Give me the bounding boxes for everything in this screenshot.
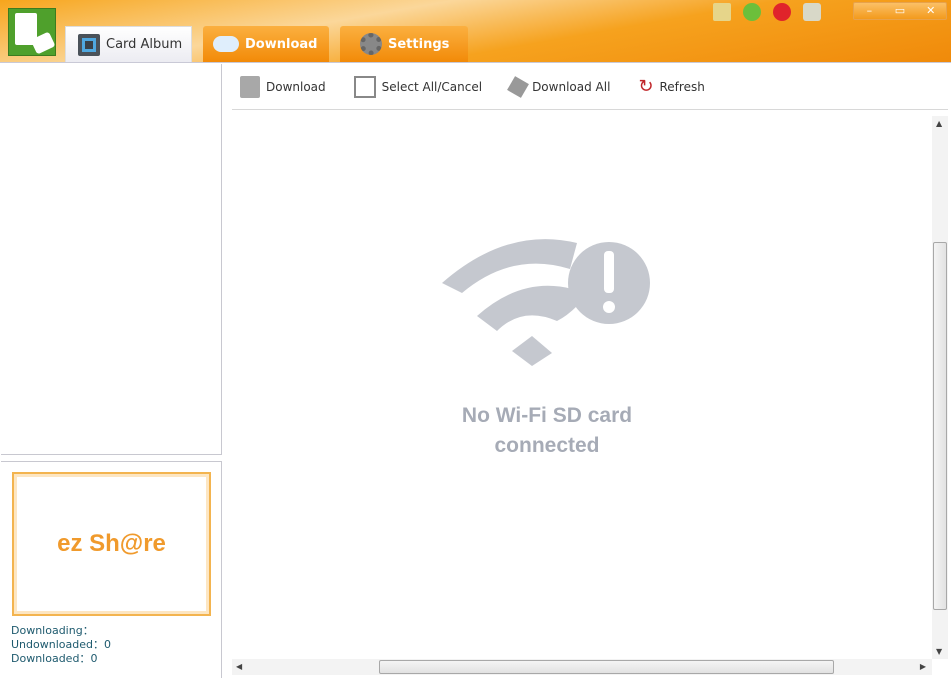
message-line-2: connected [494, 434, 600, 457]
tab-card-album[interactable]: Card Album [65, 26, 192, 62]
skin-icon[interactable] [713, 3, 731, 21]
downloading-label: Downloading： [11, 624, 94, 637]
tab-label: Card Album [106, 37, 183, 52]
horizontal-scroll-thumb[interactable] [379, 660, 834, 674]
tab-label: Settings [388, 36, 450, 52]
horizontal-scrollbar[interactable]: ◀ ▶ [232, 659, 932, 675]
refresh-label: Refresh [659, 79, 705, 94]
download-label: Download [266, 79, 326, 94]
app-logo [8, 8, 56, 56]
maximize-button[interactable]: ▭ [885, 3, 916, 19]
download-all-label: Download All [532, 79, 611, 94]
select-all-label: Select All/Cancel [381, 79, 483, 94]
refresh-button[interactable]: ↻ Refresh [638, 76, 704, 97]
update-icon[interactable] [743, 3, 761, 21]
select-all-button[interactable]: Select All/Cancel [353, 75, 483, 98]
vertical-scrollbar[interactable]: ▲ ▼ [932, 116, 948, 659]
minimize-button[interactable]: – [854, 3, 885, 19]
feedback-icon[interactable] [803, 3, 821, 21]
tab-download[interactable]: Download [203, 26, 329, 62]
vertical-scroll-thumb[interactable] [933, 242, 947, 610]
status-pane: ez Sh@re Downloading： Undownloaded：0 Dow… [1, 461, 222, 678]
download-icon [240, 75, 260, 98]
refresh-icon: ↻ [638, 76, 654, 97]
content-area: No Wi-Fi SD card connected [232, 111, 932, 659]
title-bar: Card Album Download Settings – ▭ ✕ [0, 0, 951, 63]
undownloaded-value: 0 [103, 638, 111, 651]
no-card-message: No Wi-Fi SD card connected [232, 401, 862, 461]
tab-settings[interactable]: Settings [340, 26, 468, 62]
tab-label: Download [245, 36, 318, 52]
downloaded-value: 0 [90, 652, 98, 665]
download-button[interactable]: Download [240, 75, 326, 98]
toolbar: Download Select All/Cancel Download All … [232, 64, 948, 110]
download-stats: Downloading： Undownloaded：0 Downloaded：0 [11, 624, 111, 666]
checkbox-icon [353, 75, 376, 98]
download-all-icon [507, 75, 529, 98]
gear-icon [360, 33, 382, 55]
downloaded-label: Downloaded： [11, 652, 91, 665]
wifi-warning-icon [442, 239, 650, 366]
undownloaded-label: Undownloaded： [11, 638, 104, 651]
close-button[interactable]: ✕ [915, 3, 946, 19]
ezshare-logo: ez Sh@re [12, 472, 211, 616]
download-all-button[interactable]: Download All [507, 75, 611, 98]
weibo-icon[interactable] [773, 3, 791, 21]
message-line-1: No Wi-Fi SD card [461, 404, 633, 427]
card-album-icon [78, 33, 100, 56]
brand-logo-text: ez Sh@re [57, 530, 166, 557]
folder-list-pane [1, 64, 222, 455]
cloud-icon [213, 36, 239, 52]
